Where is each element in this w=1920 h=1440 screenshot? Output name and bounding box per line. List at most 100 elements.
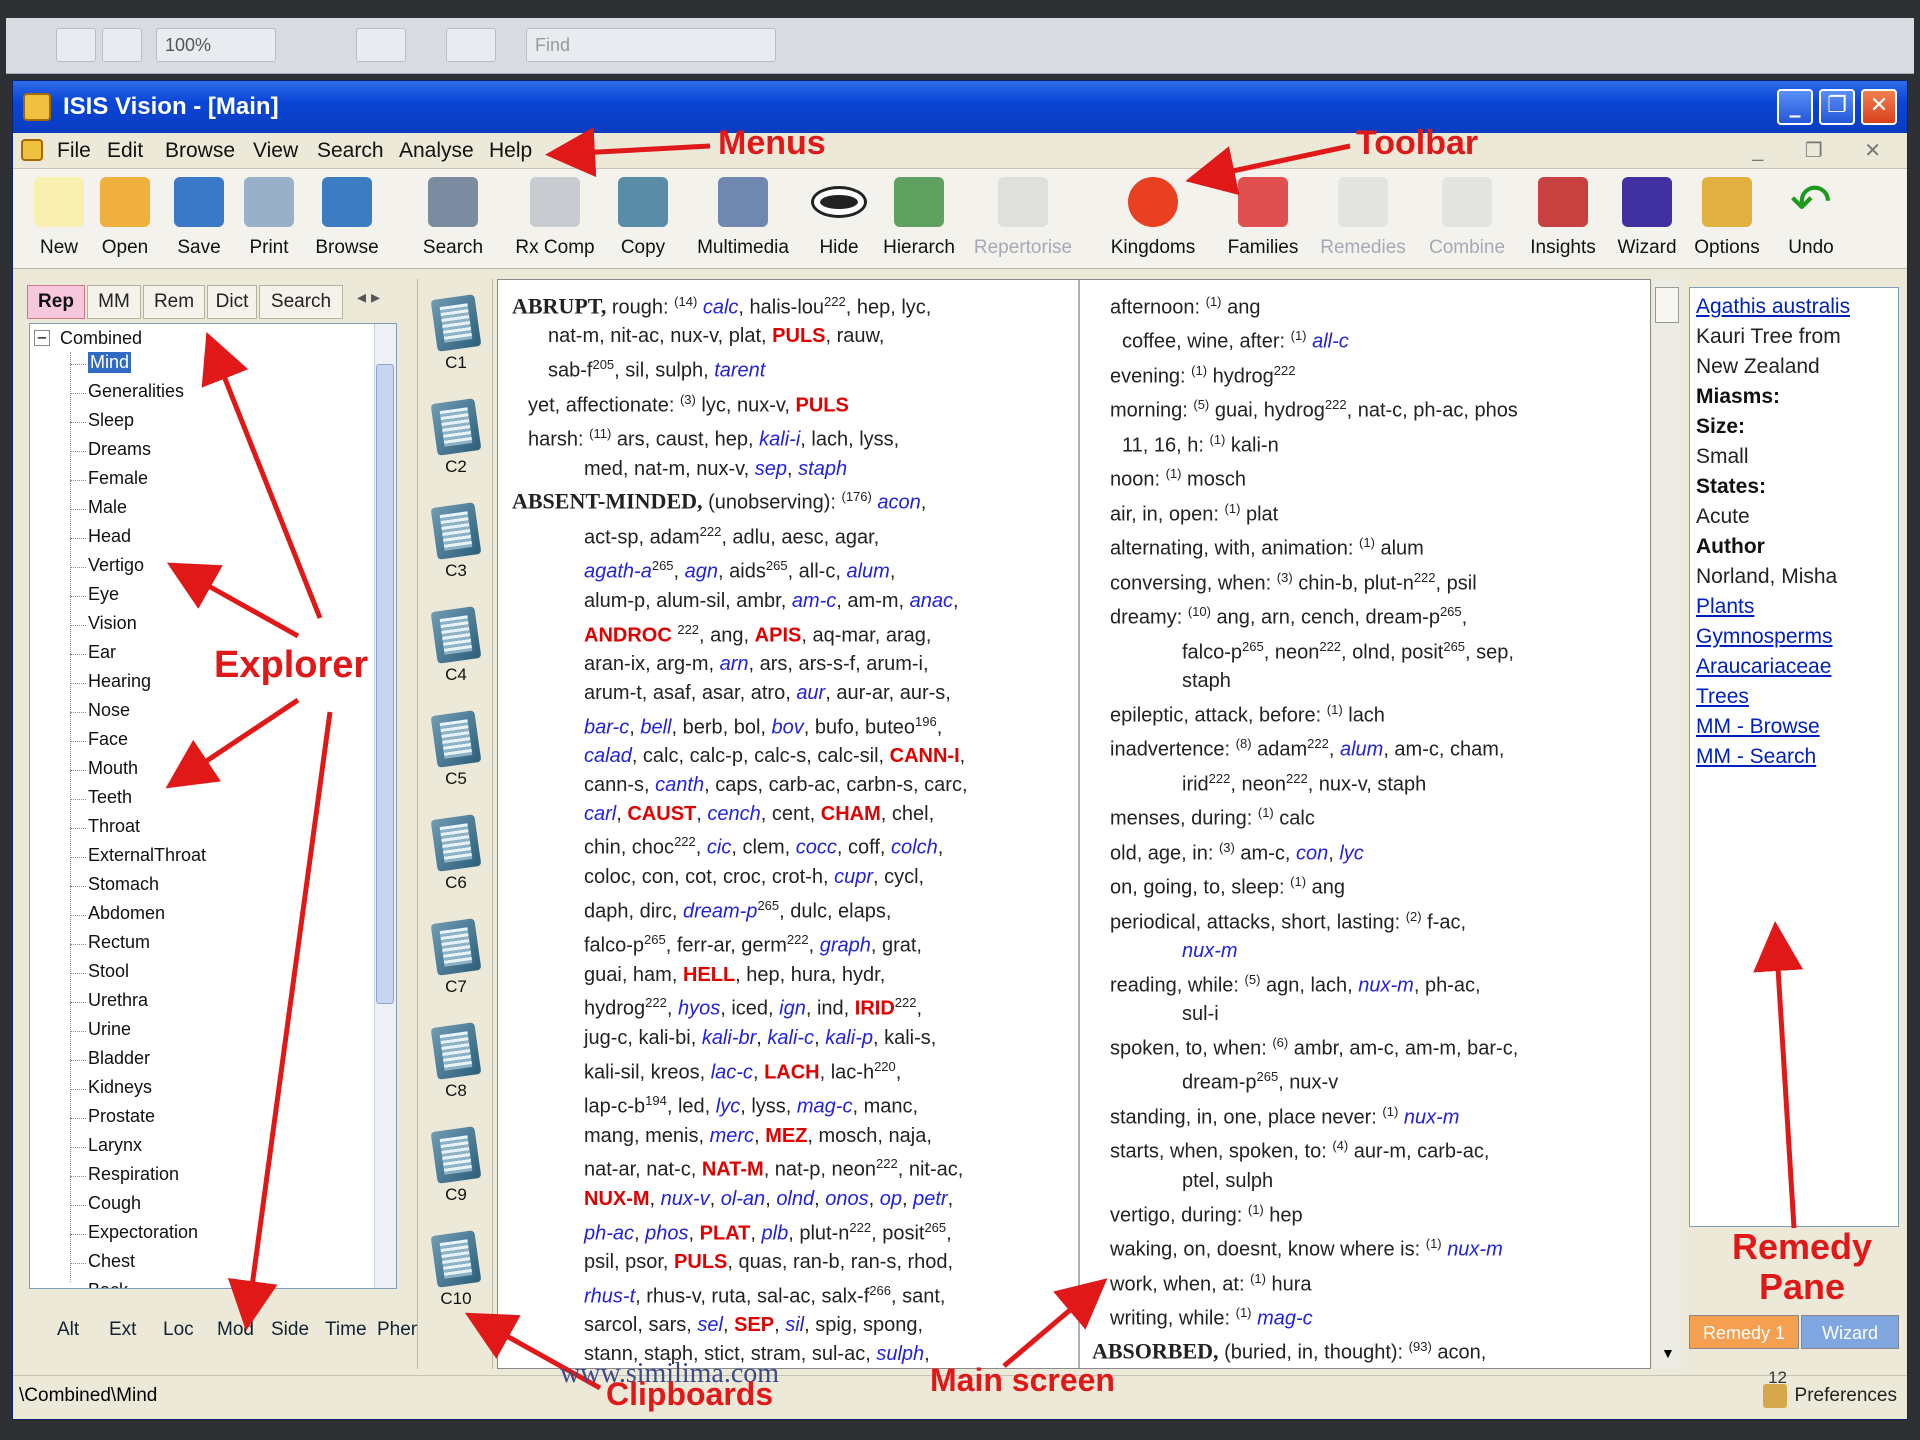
tree-node-abdomen[interactable]: Abdomen xyxy=(88,903,165,924)
link-trees[interactable]: Trees xyxy=(1696,682,1892,712)
clipboard-c9[interactable]: C9 xyxy=(426,1125,486,1223)
tree-node-prostate[interactable]: Prostate xyxy=(88,1106,155,1127)
clipboard-c2[interactable]: C2 xyxy=(426,397,486,495)
zoom-field[interactable]: 100% xyxy=(156,28,276,62)
tree-node-cough[interactable]: Cough xyxy=(88,1193,141,1214)
link-plants[interactable]: Plants xyxy=(1696,592,1892,622)
toolbar-hide-button[interactable]: Hide xyxy=(809,173,869,265)
toolbar-search-button[interactable]: Search xyxy=(423,173,483,265)
bottom-tab-ext[interactable]: Ext xyxy=(109,1319,136,1341)
preferences-button[interactable]: Preferences xyxy=(1759,1378,1897,1414)
bottom-tab-phen[interactable]: Phen xyxy=(377,1319,421,1341)
toolbar-families-button[interactable]: Families xyxy=(1228,173,1298,265)
tree-node-teeth[interactable]: Teeth xyxy=(88,787,132,808)
main-scrollbar[interactable]: ▼ xyxy=(1653,279,1681,1369)
scroll-down-icon[interactable]: ▼ xyxy=(1661,1345,1675,1361)
tree-node-externalthroat[interactable]: ExternalThroat xyxy=(88,845,206,866)
link-mm-search[interactable]: MM - Search xyxy=(1696,742,1892,772)
clipboard-c4[interactable]: C4 xyxy=(426,605,486,703)
link-mm-browse[interactable]: MM - Browse xyxy=(1696,712,1892,742)
single-page-button[interactable] xyxy=(446,28,496,62)
tree-node-nose[interactable]: Nose xyxy=(88,700,130,721)
fit-page-button[interactable] xyxy=(356,28,406,62)
menu-view[interactable]: View xyxy=(253,133,298,169)
clipboard-c8[interactable]: C8 xyxy=(426,1021,486,1119)
forward-button[interactable] xyxy=(102,28,142,62)
tree-node-bladder[interactable]: Bladder xyxy=(88,1048,150,1069)
tab-mm[interactable]: MM xyxy=(87,285,141,319)
bottom-tab-side[interactable]: Side xyxy=(271,1319,309,1341)
tree-node-expectoration[interactable]: Expectoration xyxy=(88,1222,198,1243)
tree-node-vision[interactable]: Vision xyxy=(88,613,137,634)
find-field[interactable]: Find xyxy=(526,28,776,62)
tree-node-sleep[interactable]: Sleep xyxy=(88,410,134,431)
tree-node-generalities[interactable]: Generalities xyxy=(88,381,184,402)
tree-node-stomach[interactable]: Stomach xyxy=(88,874,159,895)
link-araucariaceae[interactable]: Araucariaceae xyxy=(1696,652,1892,682)
minimize-button[interactable]: _ xyxy=(1777,89,1813,125)
bottom-tab-loc[interactable]: Loc xyxy=(163,1319,194,1341)
tab-rem[interactable]: Rem xyxy=(143,285,205,319)
tree-node-respiration[interactable]: Respiration xyxy=(88,1164,179,1185)
tab-remedy-1[interactable]: Remedy 1 xyxy=(1689,1315,1799,1349)
tree-root[interactable]: Combined xyxy=(60,328,142,349)
toolbar-options-button[interactable]: Options xyxy=(1694,173,1760,265)
tree-node-kidneys[interactable]: Kidneys xyxy=(88,1077,152,1098)
tree-node-urine[interactable]: Urine xyxy=(88,1019,131,1040)
clipboard-c1[interactable]: C1 xyxy=(426,293,486,391)
toolbar-multimedia-button[interactable]: Multimedia xyxy=(697,173,789,265)
clipboard-c10[interactable]: C10 xyxy=(426,1229,486,1327)
tab-rep[interactable]: Rep xyxy=(27,285,85,319)
tree-node-dreams[interactable]: Dreams xyxy=(88,439,151,460)
tree-node-stool[interactable]: Stool xyxy=(88,961,129,982)
tree-node-throat[interactable]: Throat xyxy=(88,816,140,837)
collapse-icon[interactable]: − xyxy=(34,330,50,346)
menu-analyse[interactable]: Analyse xyxy=(399,133,474,169)
tab-scroll-arrows-icon[interactable]: ◂ ▸ xyxy=(357,287,380,308)
menu-browse[interactable]: Browse xyxy=(165,133,235,169)
tree-node-male[interactable]: Male xyxy=(88,497,127,518)
toolbar-combine-button[interactable]: Combine xyxy=(1429,173,1505,265)
toolbar-kingdoms-button[interactable]: Kingdoms xyxy=(1111,173,1195,265)
remedy-title-link[interactable]: Agathis australis xyxy=(1696,292,1892,322)
tree-node-vertigo[interactable]: Vertigo xyxy=(88,555,144,576)
tree-node-head[interactable]: Head xyxy=(88,526,131,547)
tree-node-face[interactable]: Face xyxy=(88,729,128,750)
mdi-window-controls[interactable]: _ ❐ ✕ xyxy=(1752,133,1899,169)
toolbar-wizard-button[interactable]: Wizard xyxy=(1617,173,1677,265)
toolbar-rx-comp-button[interactable]: Rx Comp xyxy=(515,173,595,265)
menu-help[interactable]: Help xyxy=(489,133,532,169)
bottom-tab-alt[interactable]: Alt xyxy=(57,1319,79,1341)
toolbar-undo-button[interactable]: ↶ Undo xyxy=(1781,173,1841,265)
tab-search[interactable]: Search xyxy=(259,285,343,319)
tree-node-female[interactable]: Female xyxy=(88,468,148,489)
tree-node-mouth[interactable]: Mouth xyxy=(88,758,138,779)
tab-dict[interactable]: Dict xyxy=(207,285,257,319)
tree-node-chest[interactable]: Chest xyxy=(88,1251,135,1272)
back-button[interactable] xyxy=(56,28,96,62)
tree-scroll-thumb[interactable] xyxy=(376,364,394,1004)
link-gymnosperms[interactable]: Gymnosperms xyxy=(1696,622,1892,652)
tree-node-rectum[interactable]: Rectum xyxy=(88,932,150,953)
toolbar-browse-button[interactable]: Browse xyxy=(315,173,379,265)
toolbar-insights-button[interactable]: Insights xyxy=(1530,173,1596,265)
toolbar-open-button[interactable]: Open xyxy=(95,173,155,265)
tree-scrollbar[interactable] xyxy=(374,324,396,1288)
toolbar-print-button[interactable]: Print xyxy=(239,173,299,265)
clipboard-c6[interactable]: C6 xyxy=(426,813,486,911)
close-button[interactable]: ✕ xyxy=(1861,89,1897,125)
tree-node-urethra[interactable]: Urethra xyxy=(88,990,148,1011)
toolbar-hierarch-button[interactable]: Hierarch xyxy=(883,173,955,265)
clipboard-c3[interactable]: C3 xyxy=(426,501,486,599)
menu-file[interactable]: File xyxy=(57,133,91,169)
tree-node-eye[interactable]: Eye xyxy=(88,584,119,605)
tree-node-ear[interactable]: Ear xyxy=(88,642,116,663)
toolbar-repertorise-button[interactable]: Repertorise xyxy=(974,173,1072,265)
menu-search[interactable]: Search xyxy=(317,133,384,169)
toolbar-copy-button[interactable]: Copy xyxy=(613,173,673,265)
maximize-button[interactable]: ❐ xyxy=(1819,89,1855,125)
tree-node-hearing[interactable]: Hearing xyxy=(88,671,151,692)
tab-wizard[interactable]: Wizard xyxy=(1801,1315,1899,1349)
clipboard-c7[interactable]: C7 xyxy=(426,917,486,1015)
tree-node-back[interactable]: Back xyxy=(88,1280,128,1288)
